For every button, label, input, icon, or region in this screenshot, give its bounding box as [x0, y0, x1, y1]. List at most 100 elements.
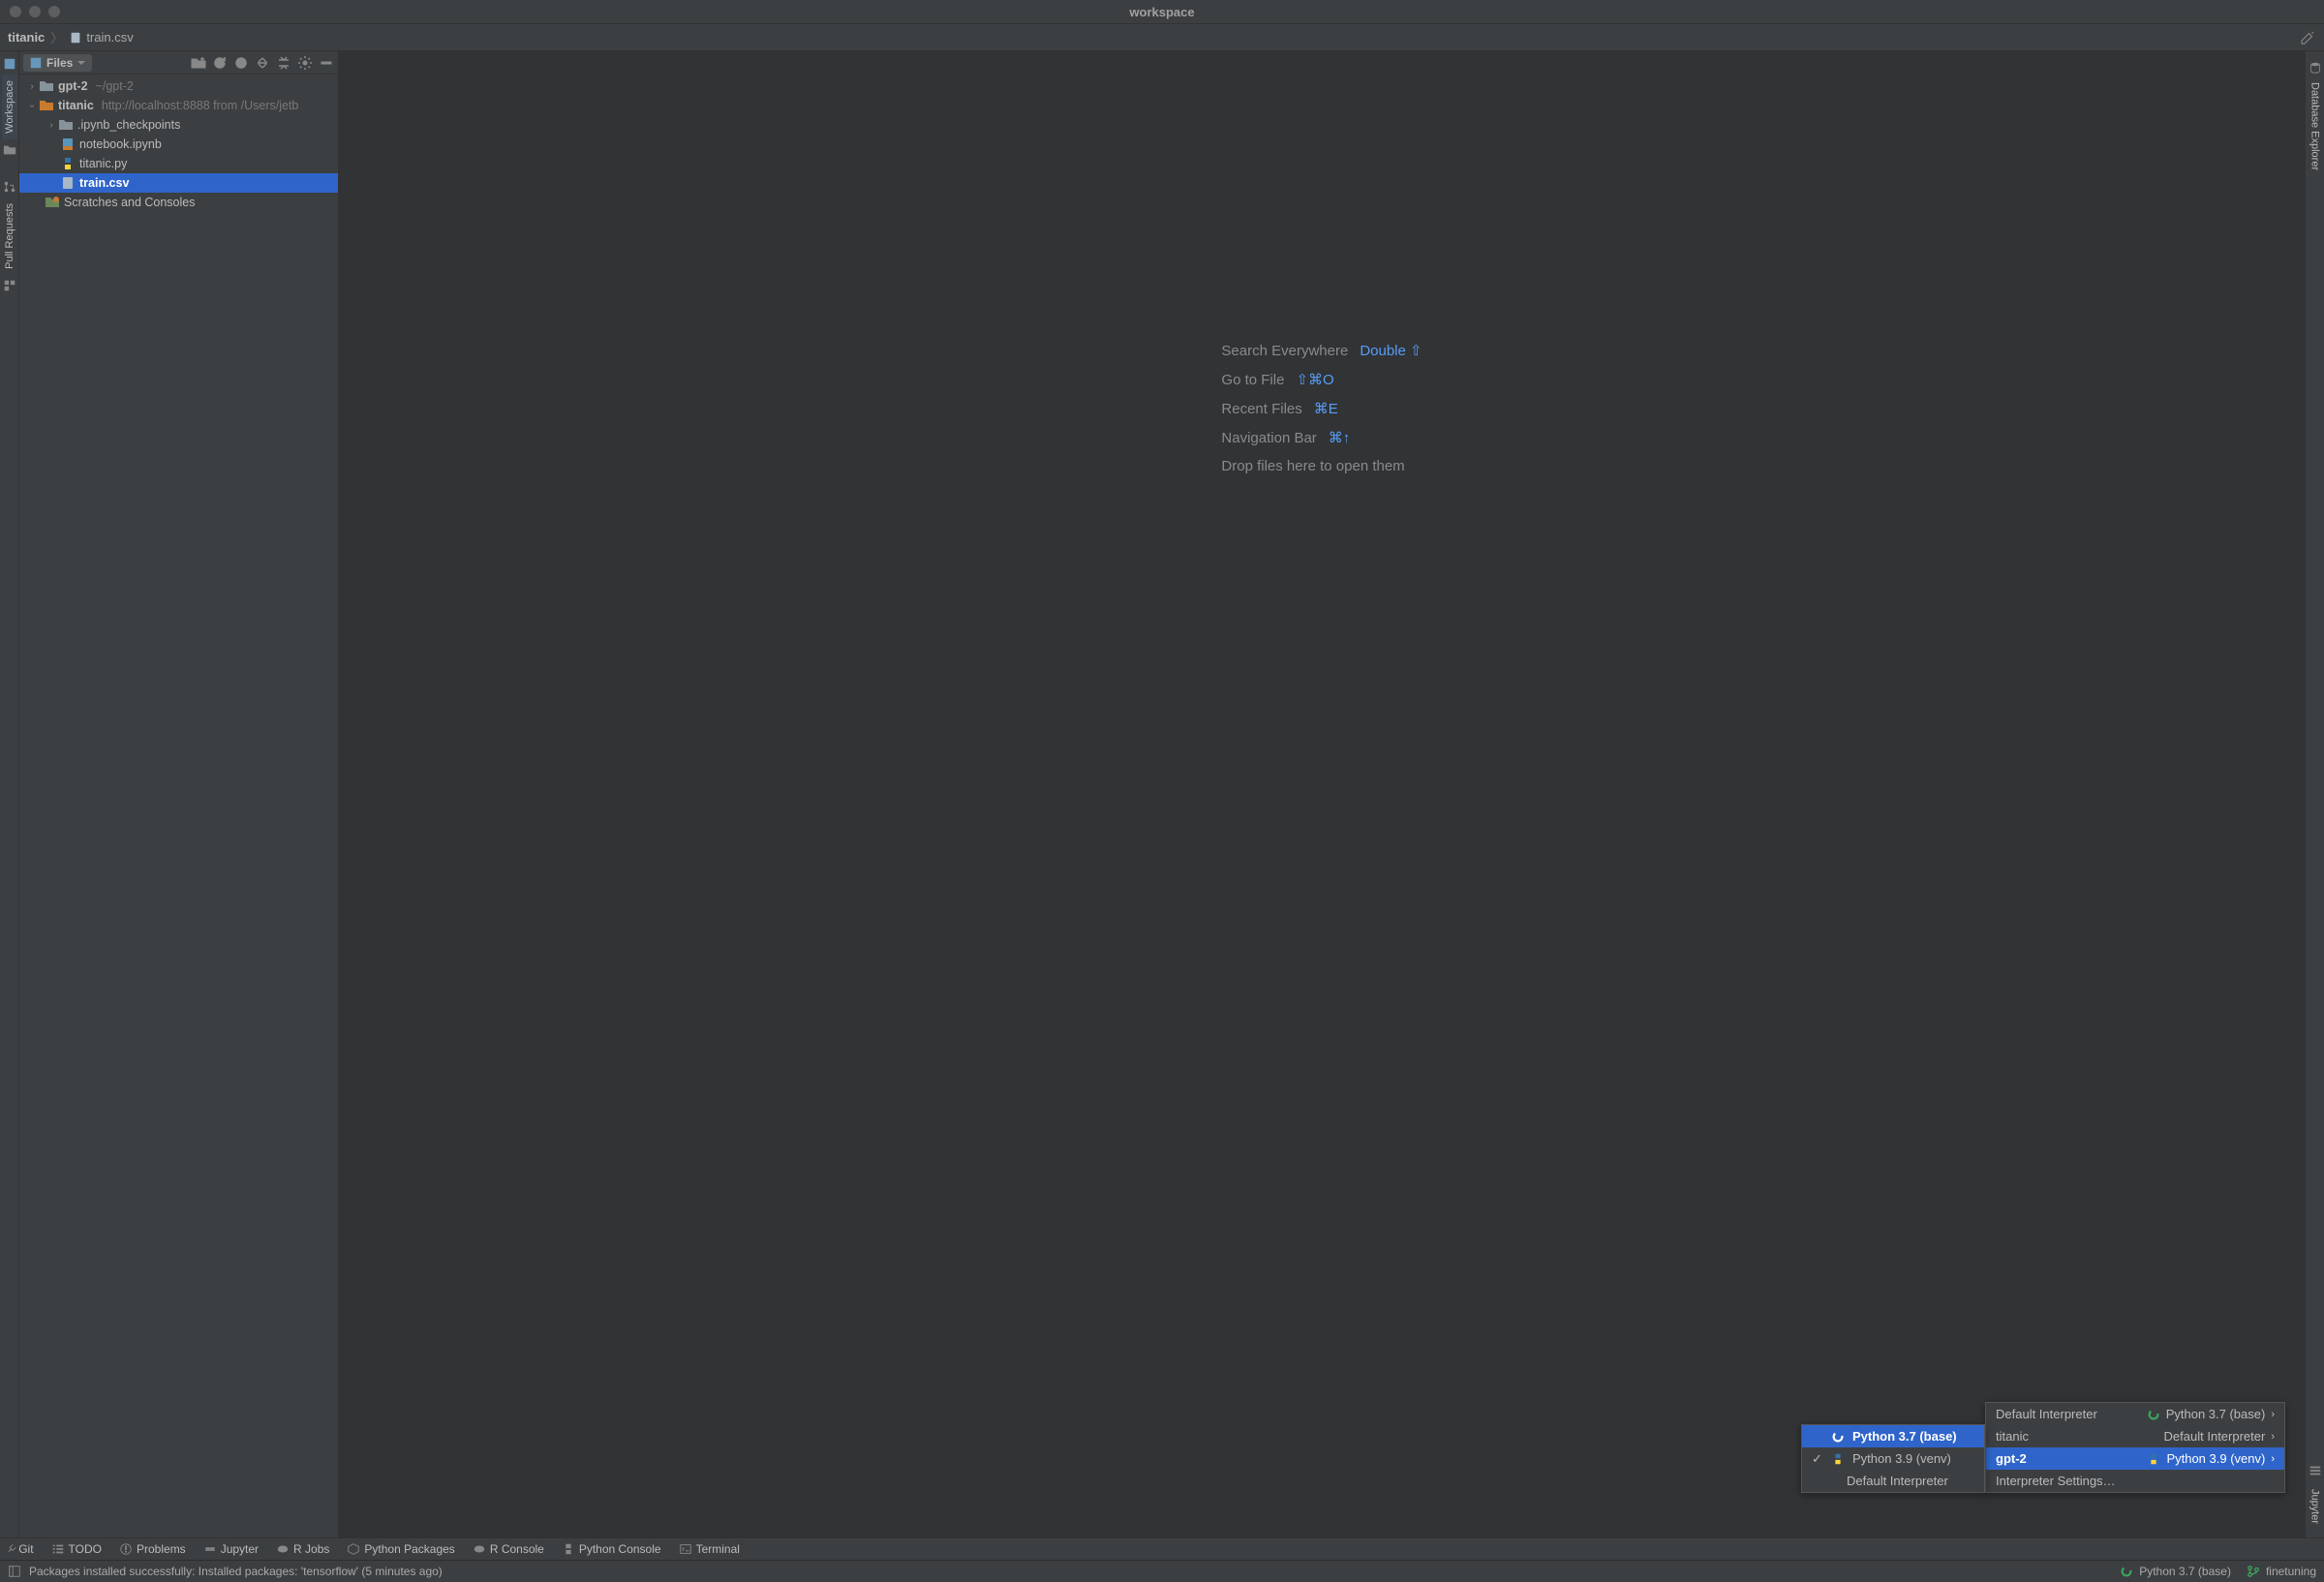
submenu-python39[interactable]: ✓ Python 3.9 (venv)	[1802, 1447, 1984, 1470]
tool-python-console[interactable]: Python Console	[562, 1542, 661, 1556]
warning-icon	[119, 1542, 133, 1556]
folder-icon	[58, 117, 74, 133]
workspace-icon	[3, 57, 16, 71]
submenu-label: Default Interpreter	[1847, 1474, 1948, 1488]
navigation-bar: titanic 〉 train.csv	[0, 24, 2324, 51]
popup-default-interpreter[interactable]: Default Interpreter Python 3.7 (base) ›	[1986, 1403, 2284, 1425]
popup-value: Python 3.7 (base)	[2166, 1407, 2266, 1421]
tool-git[interactable]: ⑂Git	[8, 1542, 34, 1556]
chevron-right-icon: ›	[2271, 1431, 2275, 1443]
project-tool-window: Files › gpt-2 ~/gpt-2 ›	[19, 51, 339, 1537]
submenu-default[interactable]: Default Interpreter	[1802, 1470, 1984, 1492]
shortcut-recent: ⌘E	[1314, 400, 1338, 417]
tool-todo[interactable]: TODO	[51, 1542, 102, 1556]
edit-icon[interactable]	[2299, 29, 2316, 46]
tool-rconsole[interactable]: R Console	[473, 1542, 544, 1556]
project-tool-header: Files	[19, 51, 338, 75]
tree-row-traincsv[interactable]: train.csv	[19, 173, 338, 193]
r-icon	[276, 1542, 290, 1556]
left-tool-rail: Workspace Pull Requests	[0, 51, 19, 1537]
status-interpreter[interactable]: Python 3.7 (base)	[2120, 1565, 2231, 1578]
tree-label: train.csv	[79, 176, 129, 190]
right-tool-rail: Database Explorer Jupyter	[2305, 51, 2324, 1537]
tree-label: gpt-2	[58, 79, 88, 93]
shortcut-goto: ⇧⌘O	[1296, 371, 1333, 388]
title-bar: workspace	[0, 0, 2324, 24]
popup-label: titanic	[1996, 1429, 2029, 1444]
chevron-down-icon[interactable]: ›	[27, 99, 38, 112]
close-window-button[interactable]	[10, 6, 21, 17]
gear-icon[interactable]	[297, 55, 313, 71]
popup-label: gpt-2	[1996, 1451, 2027, 1466]
popup-gpt2[interactable]: gpt-2 Python 3.9 (venv) ›	[1986, 1447, 2284, 1470]
expand-all-icon[interactable]	[255, 55, 270, 71]
refresh-icon[interactable]	[212, 55, 228, 71]
submenu-label: Python 3.7 (base)	[1852, 1429, 1957, 1444]
notebook-icon	[60, 137, 76, 152]
structure-icon	[3, 279, 16, 292]
tree-label: titanic	[58, 99, 94, 112]
rail-workspace[interactable]: Workspace	[2, 75, 17, 139]
workspace-small-icon	[29, 56, 43, 70]
python-icon	[60, 156, 76, 171]
tree-path: http://localhost:8888 from /Users/jetb	[102, 99, 299, 112]
tool-jupyter[interactable]: Jupyter	[203, 1542, 259, 1556]
chevron-down-icon	[76, 58, 86, 68]
breadcrumb-separator: 〉	[50, 28, 63, 46]
interpreter-submenu: Python 3.7 (base) ✓ Python 3.9 (venv) De…	[1801, 1424, 1985, 1493]
tool-python-packages[interactable]: Python Packages	[347, 1542, 454, 1556]
rail-jupyter[interactable]: Jupyter	[2308, 1483, 2323, 1530]
folder-icon	[39, 78, 54, 94]
status-python-label: Python 3.7 (base)	[2139, 1565, 2231, 1578]
tool-label: R Console	[490, 1542, 544, 1556]
tree-row-scratches[interactable]: Scratches and Consoles	[19, 193, 338, 212]
empty-navbar-label: Navigation Bar	[1221, 430, 1316, 446]
shortcut-search: Double ⇧	[1360, 342, 1422, 359]
terminal-icon	[679, 1542, 692, 1556]
minimize-window-button[interactable]	[29, 6, 41, 17]
empty-recent-label: Recent Files	[1221, 401, 1301, 417]
breadcrumb-file[interactable]: train.csv	[69, 30, 133, 45]
tree-row-titanic[interactable]: › titanic http://localhost:8888 from /Us…	[19, 96, 338, 115]
submenu-python37[interactable]: Python 3.7 (base)	[1802, 1425, 1984, 1447]
tree-row-titanicpy[interactable]: titanic.py	[19, 154, 338, 173]
jupyter-folder-icon	[39, 98, 54, 113]
breadcrumb-root[interactable]: titanic	[8, 30, 45, 45]
git-icon: ⑂	[4, 1542, 18, 1557]
database-icon	[2309, 61, 2322, 75]
new-folder-icon[interactable]	[191, 55, 206, 71]
folder-icon	[3, 143, 16, 157]
tree-row-checkpoints[interactable]: › .ipynb_checkpoints	[19, 115, 338, 135]
chevron-right-icon[interactable]: ›	[25, 81, 39, 92]
jupyter-icon	[203, 1542, 217, 1556]
menu-icon[interactable]	[2309, 1464, 2322, 1477]
tree-row-gpt2[interactable]: › gpt-2 ~/gpt-2	[19, 76, 338, 96]
target-icon[interactable]	[233, 55, 249, 71]
tool-problems[interactable]: Problems	[119, 1542, 186, 1556]
collapse-all-icon[interactable]	[276, 55, 291, 71]
tree-row-notebook[interactable]: notebook.ipynb	[19, 135, 338, 154]
popup-interpreter-settings[interactable]: Interpreter Settings…	[1986, 1470, 2284, 1492]
status-git-branch[interactable]: finetuning	[2247, 1565, 2316, 1578]
todo-icon	[51, 1542, 65, 1556]
tool-rjobs[interactable]: R Jobs	[276, 1542, 329, 1556]
popup-titanic[interactable]: titanic Default Interpreter ›	[1986, 1425, 2284, 1447]
chevron-right-icon[interactable]: ›	[45, 120, 58, 131]
loading-icon	[2147, 1408, 2160, 1421]
window-title: workspace	[1129, 5, 1194, 19]
tool-window-icon[interactable]	[8, 1565, 21, 1578]
tree-label: notebook.ipynb	[79, 137, 162, 151]
file-tree: › gpt-2 ~/gpt-2 › titanic http://localho…	[19, 75, 338, 1537]
tree-label: .ipynb_checkpoints	[77, 118, 180, 132]
tool-title[interactable]: Files	[23, 54, 92, 72]
minimize-icon[interactable]	[319, 55, 334, 71]
editor-area[interactable]: Search Everywhere Double ⇧ Go to File ⇧⌘…	[339, 51, 2305, 1537]
loading-icon	[2120, 1565, 2133, 1578]
rail-database-explorer[interactable]: Database Explorer	[2308, 76, 2323, 176]
python-icon	[2147, 1452, 2160, 1466]
tool-label: Git	[18, 1542, 33, 1556]
branch-icon	[2247, 1565, 2260, 1578]
maximize-window-button[interactable]	[48, 6, 60, 17]
tool-terminal[interactable]: Terminal	[679, 1542, 740, 1556]
rail-pull-requests[interactable]: Pull Requests	[2, 198, 17, 275]
